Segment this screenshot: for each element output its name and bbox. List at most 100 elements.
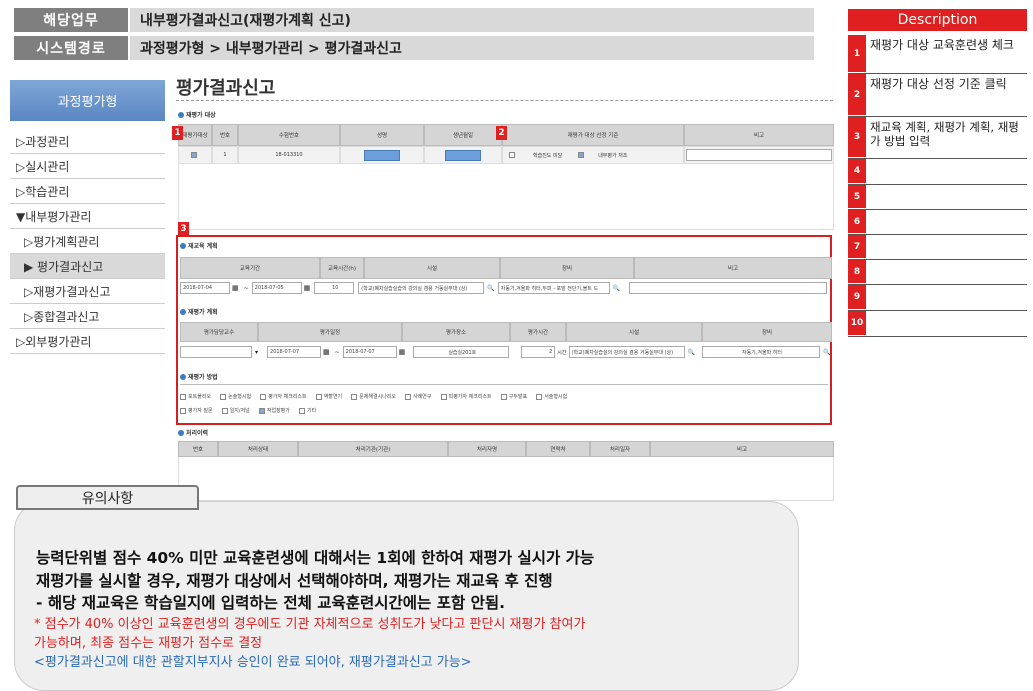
checkbox[interactable] bbox=[315, 394, 322, 400]
bullet-icon bbox=[178, 111, 184, 118]
professor-select[interactable] bbox=[180, 346, 252, 358]
criteria-checkbox-2[interactable] bbox=[578, 152, 585, 158]
method-option[interactable]: 포트폴리오 bbox=[180, 391, 211, 403]
sidebar-item-eval-plan[interactable]: ▷평가계획관리 bbox=[10, 229, 165, 254]
method-option[interactable]: 피평가자 체크리스트 bbox=[440, 391, 492, 403]
description-row: 8 bbox=[848, 260, 1027, 285]
sidebar-item-internal-eval[interactable]: ▼내부평가관리 bbox=[10, 204, 165, 229]
chevron-down-icon[interactable]: ▾ bbox=[255, 349, 258, 356]
checkbox[interactable] bbox=[405, 394, 412, 400]
description-row: 6 bbox=[848, 210, 1027, 235]
method-option[interactable]: 논술형시험 bbox=[220, 391, 251, 403]
th-handler: 처리자명 bbox=[448, 441, 526, 457]
calendar-icon[interactable]: ▦ bbox=[323, 348, 330, 356]
option-label: 평가자 질문 bbox=[188, 408, 213, 414]
method-option[interactable]: 평가자 질문 bbox=[180, 405, 213, 417]
method-option[interactable]: 일지/저널 bbox=[221, 405, 250, 417]
date-separator: ~ bbox=[243, 284, 249, 292]
note-input[interactable] bbox=[686, 149, 832, 161]
method-option[interactable]: 작업장평가 bbox=[258, 405, 290, 417]
checkbox[interactable] bbox=[221, 408, 228, 414]
search-icon[interactable]: 🔍 bbox=[823, 349, 830, 356]
history-section-label: 처리이력 bbox=[186, 430, 209, 437]
bullet-icon bbox=[180, 242, 186, 249]
replan-section-title: 재평가 계획 bbox=[180, 307, 218, 316]
reedu-note-input[interactable] bbox=[629, 282, 828, 294]
reedu-start-date[interactable]: 2018-07-04 bbox=[180, 282, 230, 294]
method-option[interactable]: 역할연기 bbox=[315, 391, 343, 403]
th-target: 재평가대상 bbox=[178, 124, 212, 146]
reedu-row: 2018-07-04 ▦ ~ 2018-07-05 ▦ 10 (학교)폐차실습실… bbox=[180, 279, 828, 297]
page-title: 평가결과신고 bbox=[176, 78, 276, 99]
description-num: 6 bbox=[848, 210, 866, 234]
th-edu-hours: 교육시간(h) bbox=[320, 257, 364, 279]
history-table-header: 번호 처리상태 처리기관(기관) 처리자명 연락처 처리일자 비고 bbox=[178, 441, 834, 457]
checkbox[interactable] bbox=[180, 408, 186, 414]
checkbox[interactable] bbox=[351, 394, 358, 400]
option-label: 평가자 체크리스트 bbox=[268, 394, 307, 400]
checkbox[interactable] bbox=[258, 408, 265, 414]
checkbox[interactable] bbox=[260, 394, 267, 400]
replan-start-date[interactable]: 2018-07-07 bbox=[267, 346, 322, 358]
option-label: 논술형시험 bbox=[228, 394, 252, 400]
method-option[interactable]: 구두발표 bbox=[500, 391, 527, 403]
replan-equipment-input[interactable]: 자동기,겨울파 히터 bbox=[701, 346, 820, 358]
checkbox[interactable] bbox=[220, 394, 227, 400]
method-option[interactable]: 서술형시험 bbox=[536, 391, 567, 403]
replan-time-input[interactable]: 2 bbox=[521, 346, 556, 358]
description-row: 5 bbox=[848, 185, 1027, 210]
reedu-end-date[interactable]: 2018-07-05 bbox=[251, 282, 302, 294]
description-text bbox=[866, 159, 1027, 184]
date-separator: ~ bbox=[334, 348, 340, 356]
bullet-icon bbox=[180, 308, 186, 315]
description-row: 4 bbox=[848, 159, 1027, 185]
replan-end-date[interactable]: 2018-07-07 bbox=[342, 346, 397, 358]
reedu-facility-input[interactable]: (학교)폐차실습실습의 강의실 겸용 거동실무대 (상) bbox=[358, 282, 485, 294]
target-checkbox[interactable] bbox=[191, 152, 197, 158]
criteria-checkbox-1[interactable] bbox=[509, 152, 515, 158]
replan-table-header: 평가담당교수 평가일정 평가장소 평가시간 시설 장비 bbox=[180, 322, 832, 342]
search-icon[interactable]: 🔍 bbox=[613, 285, 620, 292]
marker-1: 1 bbox=[172, 126, 183, 140]
replan-facility-input[interactable]: (학교)폐차실습실의 강의실 겸용 거동실무대 (상) bbox=[568, 346, 685, 358]
search-icon[interactable]: 🔍 bbox=[487, 285, 494, 292]
sidebar-item-course[interactable]: ▷과정관리 bbox=[10, 129, 165, 154]
description-text: 재평가 대상 교육훈련생 체크 bbox=[870, 38, 1014, 52]
th-facility: 시설 bbox=[566, 322, 702, 342]
replan-place-input[interactable]: 실습실201호 bbox=[413, 346, 510, 358]
sidebar-item-external-eval[interactable]: ▷외부평가관리 bbox=[10, 329, 165, 354]
checkbox[interactable] bbox=[298, 408, 305, 414]
work-row: 해당업무 내부평가결과신고(재평가계획 신고) bbox=[14, 8, 814, 32]
criteria-label-1: 학습진도 미달 bbox=[533, 152, 563, 159]
checkbox[interactable] bbox=[500, 394, 507, 400]
method-section-title: 재평가 방법 bbox=[180, 372, 218, 381]
th-org: 처리기관(기관) bbox=[298, 441, 448, 457]
row-criteria: 학습진도 미달 내부평가 저조 bbox=[502, 146, 684, 164]
calendar-icon[interactable]: ▦ bbox=[399, 348, 406, 356]
calendar-icon[interactable]: ▦ bbox=[304, 284, 311, 292]
sidebar-item-total-result[interactable]: ▷종합결과신고 bbox=[10, 304, 165, 329]
target-section-label: 재평가 대상 bbox=[186, 112, 216, 119]
th-edu-period: 교육기간 bbox=[180, 257, 320, 279]
description-row: 1 재평가 대상 교육훈련생 체크 bbox=[848, 35, 1027, 74]
th-place: 평가장소 bbox=[402, 322, 510, 342]
reedu-equipment-input[interactable]: 자동기,겨울파 히터,두피 - 포발 전단기,볼트 드 bbox=[497, 282, 610, 294]
description-num: 1 bbox=[848, 35, 866, 73]
sidebar-item-eval-result[interactable]: ▶ 평가결과신고 bbox=[10, 254, 165, 279]
sidebar-item-reeval-result[interactable]: ▷재평가결과신고 bbox=[10, 279, 165, 304]
calendar-icon[interactable]: ▦ bbox=[232, 284, 239, 292]
sidebar-header[interactable]: 과정평가형 bbox=[10, 80, 165, 121]
checkbox[interactable] bbox=[536, 394, 543, 400]
option-label: 역할연기 bbox=[323, 394, 343, 400]
method-option[interactable]: 문제해결시나리오 bbox=[351, 391, 396, 403]
search-icon[interactable]: 🔍 bbox=[688, 349, 695, 356]
sidebar-item-learning[interactable]: ▷학습관리 bbox=[10, 179, 165, 204]
reedu-hours-input[interactable]: 10 bbox=[314, 282, 355, 294]
method-option[interactable]: 평가자 체크리스트 bbox=[260, 391, 307, 403]
checkbox[interactable] bbox=[180, 394, 186, 400]
method-option[interactable]: 기타 bbox=[298, 405, 316, 417]
description-num: 3 bbox=[848, 117, 866, 158]
checkbox[interactable] bbox=[440, 394, 447, 400]
method-option[interactable]: 사례연구 bbox=[405, 391, 432, 403]
sidebar-item-execution[interactable]: ▷실시관리 bbox=[10, 154, 165, 179]
